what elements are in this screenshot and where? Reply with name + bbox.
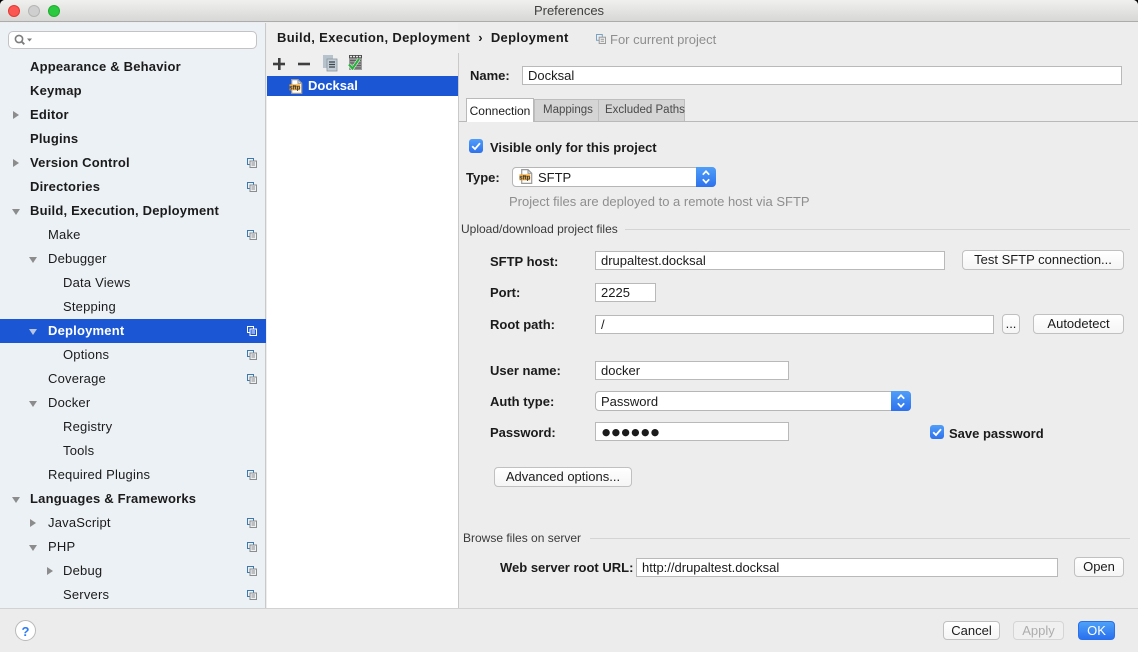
svg-text:sftp: sftp <box>289 85 301 92</box>
svg-text:sftp: sftp <box>519 175 531 182</box>
